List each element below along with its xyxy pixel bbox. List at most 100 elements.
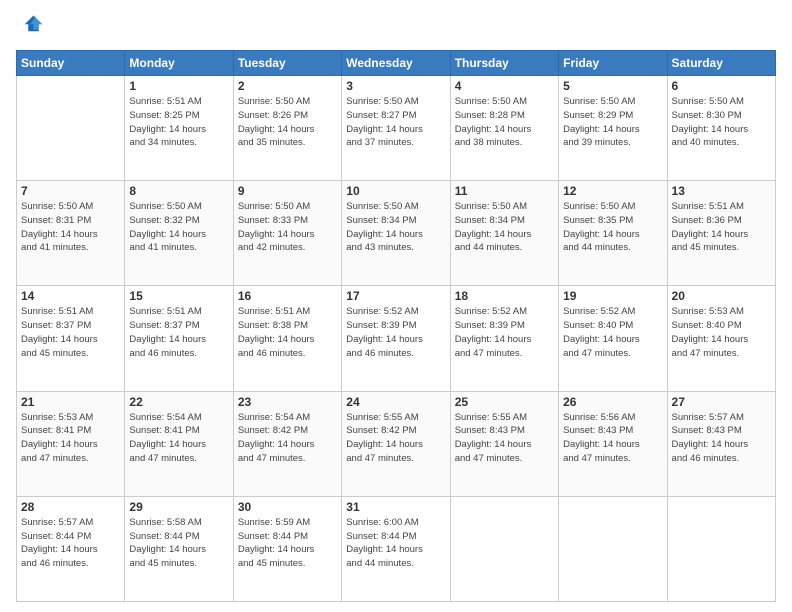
- calendar-cell: 10 Sunrise: 5:50 AM Sunset: 8:34 PM Dayli…: [342, 181, 450, 286]
- day-number: 29: [129, 500, 228, 514]
- calendar-cell: 30 Sunrise: 5:59 AM Sunset: 8:44 PM Dayli…: [233, 496, 341, 601]
- day-number: 25: [455, 395, 554, 409]
- calendar-cell: 28 Sunrise: 5:57 AM Sunset: 8:44 PM Dayli…: [17, 496, 125, 601]
- day-number: 21: [21, 395, 120, 409]
- day-info: Sunrise: 5:50 AM Sunset: 8:31 PM Dayligh…: [21, 200, 120, 255]
- calendar-cell: 13 Sunrise: 5:51 AM Sunset: 8:36 PM Dayli…: [667, 181, 775, 286]
- weekday-header-tuesday: Tuesday: [233, 51, 341, 76]
- day-number: 26: [563, 395, 662, 409]
- day-number: 23: [238, 395, 337, 409]
- week-row-3: 14 Sunrise: 5:51 AM Sunset: 8:37 PM Dayli…: [17, 286, 776, 391]
- day-info: Sunrise: 5:51 AM Sunset: 8:25 PM Dayligh…: [129, 95, 228, 150]
- day-info: Sunrise: 5:57 AM Sunset: 8:43 PM Dayligh…: [672, 411, 771, 466]
- calendar-cell: 12 Sunrise: 5:50 AM Sunset: 8:35 PM Dayli…: [559, 181, 667, 286]
- day-number: 15: [129, 289, 228, 303]
- weekday-header-thursday: Thursday: [450, 51, 558, 76]
- day-number: 11: [455, 184, 554, 198]
- day-info: Sunrise: 5:54 AM Sunset: 8:41 PM Dayligh…: [129, 411, 228, 466]
- day-number: 8: [129, 184, 228, 198]
- day-info: Sunrise: 5:51 AM Sunset: 8:36 PM Dayligh…: [672, 200, 771, 255]
- day-number: 13: [672, 184, 771, 198]
- day-number: 5: [563, 79, 662, 93]
- calendar-cell: [450, 496, 558, 601]
- day-info: Sunrise: 5:50 AM Sunset: 8:30 PM Dayligh…: [672, 95, 771, 150]
- calendar-cell: [559, 496, 667, 601]
- weekday-header-monday: Monday: [125, 51, 233, 76]
- day-info: Sunrise: 5:53 AM Sunset: 8:41 PM Dayligh…: [21, 411, 120, 466]
- day-info: Sunrise: 5:50 AM Sunset: 8:28 PM Dayligh…: [455, 95, 554, 150]
- day-info: Sunrise: 5:50 AM Sunset: 8:29 PM Dayligh…: [563, 95, 662, 150]
- calendar-cell: 22Sunrise: 5:54 AM Sunset: 8:41 PM Dayli…: [125, 391, 233, 496]
- calendar-cell: 16 Sunrise: 5:51 AM Sunset: 8:38 PM Dayli…: [233, 286, 341, 391]
- calendar-cell: 23 Sunrise: 5:54 AM Sunset: 8:42 PM Dayli…: [233, 391, 341, 496]
- day-number: 31: [346, 500, 445, 514]
- day-number: 28: [21, 500, 120, 514]
- day-info: Sunrise: 5:51 AM Sunset: 8:37 PM Dayligh…: [129, 305, 228, 360]
- day-info: Sunrise: 5:55 AM Sunset: 8:43 PM Dayligh…: [455, 411, 554, 466]
- calendar-cell: 20Sunrise: 5:53 AM Sunset: 8:40 PM Dayli…: [667, 286, 775, 391]
- calendar-cell: 26Sunrise: 5:56 AM Sunset: 8:43 PM Dayli…: [559, 391, 667, 496]
- calendar-cell: [17, 76, 125, 181]
- week-row-5: 28 Sunrise: 5:57 AM Sunset: 8:44 PM Dayli…: [17, 496, 776, 601]
- day-number: 10: [346, 184, 445, 198]
- logo-icon: [16, 12, 44, 40]
- weekday-header-wednesday: Wednesday: [342, 51, 450, 76]
- calendar-cell: 17 Sunrise: 5:52 AM Sunset: 8:39 PM Dayli…: [342, 286, 450, 391]
- calendar-cell: 1 Sunrise: 5:51 AM Sunset: 8:25 PM Daylig…: [125, 76, 233, 181]
- day-info: Sunrise: 5:54 AM Sunset: 8:42 PM Dayligh…: [238, 411, 337, 466]
- logo: [16, 12, 48, 40]
- day-info: Sunrise: 5:50 AM Sunset: 8:32 PM Dayligh…: [129, 200, 228, 255]
- calendar-cell: 5 Sunrise: 5:50 AM Sunset: 8:29 PM Daylig…: [559, 76, 667, 181]
- day-info: Sunrise: 6:00 AM Sunset: 8:44 PM Dayligh…: [346, 516, 445, 571]
- day-number: 14: [21, 289, 120, 303]
- day-info: Sunrise: 5:50 AM Sunset: 8:34 PM Dayligh…: [455, 200, 554, 255]
- day-number: 27: [672, 395, 771, 409]
- calendar-cell: 24 Sunrise: 5:55 AM Sunset: 8:42 PM Dayli…: [342, 391, 450, 496]
- day-info: Sunrise: 5:51 AM Sunset: 8:37 PM Dayligh…: [21, 305, 120, 360]
- day-info: Sunrise: 5:57 AM Sunset: 8:44 PM Dayligh…: [21, 516, 120, 571]
- calendar-cell: 9 Sunrise: 5:50 AM Sunset: 8:33 PM Daylig…: [233, 181, 341, 286]
- day-info: Sunrise: 5:52 AM Sunset: 8:40 PM Dayligh…: [563, 305, 662, 360]
- day-number: 7: [21, 184, 120, 198]
- header: [16, 12, 776, 40]
- day-info: Sunrise: 5:50 AM Sunset: 8:33 PM Dayligh…: [238, 200, 337, 255]
- calendar-cell: 8 Sunrise: 5:50 AM Sunset: 8:32 PM Daylig…: [125, 181, 233, 286]
- calendar-cell: 4Sunrise: 5:50 AM Sunset: 8:28 PM Daylig…: [450, 76, 558, 181]
- week-row-4: 21 Sunrise: 5:53 AM Sunset: 8:41 PM Dayli…: [17, 391, 776, 496]
- day-number: 20: [672, 289, 771, 303]
- calendar-cell: 11 Sunrise: 5:50 AM Sunset: 8:34 PM Dayli…: [450, 181, 558, 286]
- calendar-cell: 14 Sunrise: 5:51 AM Sunset: 8:37 PM Dayli…: [17, 286, 125, 391]
- calendar-cell: 7 Sunrise: 5:50 AM Sunset: 8:31 PM Daylig…: [17, 181, 125, 286]
- day-number: 19: [563, 289, 662, 303]
- day-info: Sunrise: 5:55 AM Sunset: 8:42 PM Dayligh…: [346, 411, 445, 466]
- weekday-header-friday: Friday: [559, 51, 667, 76]
- calendar-cell: [667, 496, 775, 601]
- day-number: 30: [238, 500, 337, 514]
- day-info: Sunrise: 5:51 AM Sunset: 8:38 PM Dayligh…: [238, 305, 337, 360]
- day-info: Sunrise: 5:50 AM Sunset: 8:35 PM Dayligh…: [563, 200, 662, 255]
- calendar-table: SundayMondayTuesdayWednesdayThursdayFrid…: [16, 50, 776, 602]
- week-row-1: 1 Sunrise: 5:51 AM Sunset: 8:25 PM Daylig…: [17, 76, 776, 181]
- calendar-cell: 18Sunrise: 5:52 AM Sunset: 8:39 PM Dayli…: [450, 286, 558, 391]
- day-number: 9: [238, 184, 337, 198]
- calendar-cell: 6Sunrise: 5:50 AM Sunset: 8:30 PM Daylig…: [667, 76, 775, 181]
- weekday-header-row: SundayMondayTuesdayWednesdayThursdayFrid…: [17, 51, 776, 76]
- day-info: Sunrise: 5:58 AM Sunset: 8:44 PM Dayligh…: [129, 516, 228, 571]
- day-info: Sunrise: 5:59 AM Sunset: 8:44 PM Dayligh…: [238, 516, 337, 571]
- day-number: 1: [129, 79, 228, 93]
- day-info: Sunrise: 5:50 AM Sunset: 8:27 PM Dayligh…: [346, 95, 445, 150]
- calendar-cell: 19 Sunrise: 5:52 AM Sunset: 8:40 PM Dayli…: [559, 286, 667, 391]
- day-number: 17: [346, 289, 445, 303]
- day-info: Sunrise: 5:50 AM Sunset: 8:26 PM Dayligh…: [238, 95, 337, 150]
- day-info: Sunrise: 5:50 AM Sunset: 8:34 PM Dayligh…: [346, 200, 445, 255]
- calendar-cell: 15 Sunrise: 5:51 AM Sunset: 8:37 PM Dayli…: [125, 286, 233, 391]
- day-number: 24: [346, 395, 445, 409]
- calendar-cell: 21 Sunrise: 5:53 AM Sunset: 8:41 PM Dayli…: [17, 391, 125, 496]
- calendar-cell: 27 Sunrise: 5:57 AM Sunset: 8:43 PM Dayli…: [667, 391, 775, 496]
- calendar-cell: 31 Sunrise: 6:00 AM Sunset: 8:44 PM Dayli…: [342, 496, 450, 601]
- day-number: 12: [563, 184, 662, 198]
- weekday-header-saturday: Saturday: [667, 51, 775, 76]
- day-info: Sunrise: 5:52 AM Sunset: 8:39 PM Dayligh…: [455, 305, 554, 360]
- day-info: Sunrise: 5:52 AM Sunset: 8:39 PM Dayligh…: [346, 305, 445, 360]
- day-number: 16: [238, 289, 337, 303]
